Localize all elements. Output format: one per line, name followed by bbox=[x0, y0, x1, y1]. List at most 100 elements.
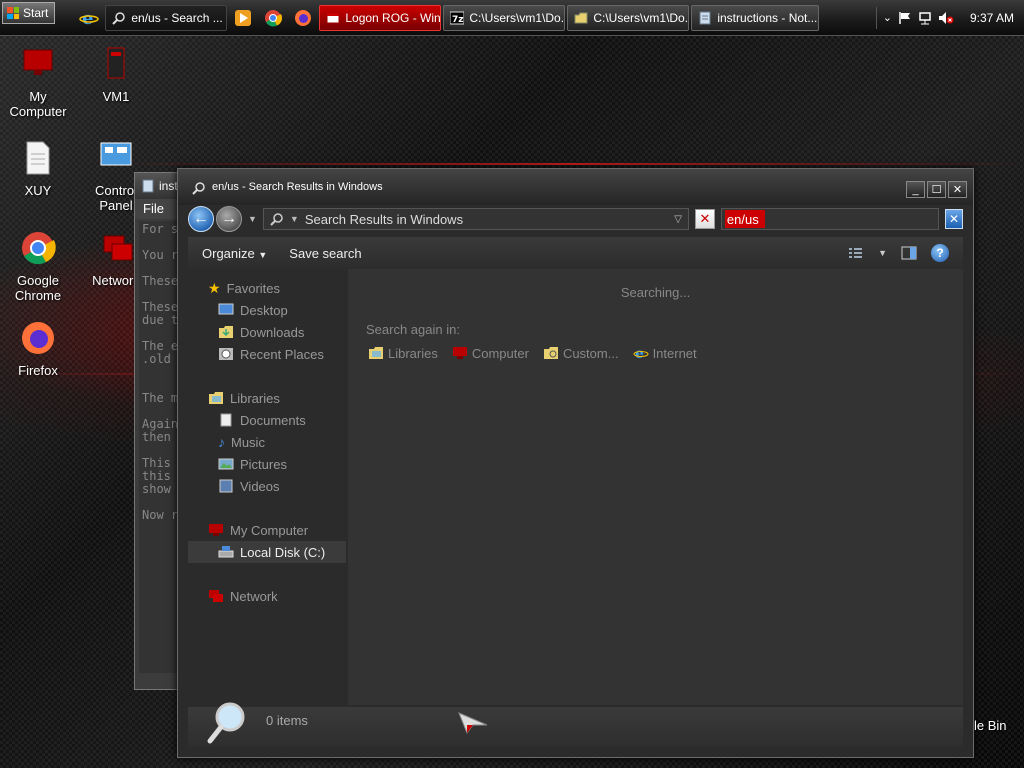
breadcrumb-arrow-icon[interactable]: ▼ bbox=[290, 214, 299, 224]
clear-search-button[interactable]: ✕ bbox=[945, 209, 963, 229]
tray-expand-icon[interactable]: ⌄ bbox=[883, 11, 892, 24]
notepad-icon bbox=[699, 11, 711, 24]
search-input[interactable] bbox=[724, 210, 765, 228]
view-dropdown-icon[interactable]: ▼ bbox=[878, 248, 887, 258]
history-dropdown-icon[interactable]: ▼ bbox=[248, 214, 257, 224]
chrome-icon bbox=[265, 9, 283, 26]
window-icon bbox=[326, 12, 340, 23]
background-streak bbox=[120, 163, 1024, 165]
minimize-button[interactable]: _ bbox=[906, 181, 925, 198]
taskbar-button-notepad[interactable]: instructions - Not... bbox=[691, 4, 820, 31]
results-pane[interactable]: Searching... Search again in: Libraries … bbox=[348, 269, 963, 705]
maximize-button[interactable]: ☐ bbox=[927, 181, 946, 198]
taskbar-button-label: C:\Users\vm1\Do... bbox=[469, 10, 566, 25]
videos-icon bbox=[219, 479, 233, 493]
address-text: Search Results in Windows bbox=[304, 211, 464, 227]
computer-icon bbox=[23, 49, 53, 75]
search-box[interactable] bbox=[720, 208, 939, 230]
search-status: Searching... bbox=[620, 285, 691, 300]
desktop-icon-vm1[interactable]: VM1 bbox=[78, 46, 154, 104]
volume-muted-icon[interactable] bbox=[938, 11, 954, 25]
flag-icon[interactable] bbox=[898, 11, 912, 25]
save-search-button[interactable]: Save search bbox=[289, 246, 361, 261]
desktop-icon-label: Firefox bbox=[18, 363, 58, 378]
desktop-icon-my-computer[interactable]: My Computer bbox=[0, 46, 76, 119]
chrome-quicklaunch[interactable] bbox=[259, 4, 287, 32]
internet-explorer-quicklaunch[interactable]: e bbox=[75, 4, 103, 32]
media-player-quicklaunch[interactable] bbox=[229, 4, 257, 32]
nav-network[interactable]: Network bbox=[188, 585, 346, 607]
desktop-icon-label: Google Chrome bbox=[14, 273, 62, 303]
recent-places-icon bbox=[219, 348, 233, 360]
stop-search-button[interactable]: ✕ bbox=[694, 209, 715, 229]
search-again-libraries[interactable]: Libraries bbox=[368, 345, 438, 361]
nav-music[interactable]: ♪ Music bbox=[188, 431, 346, 453]
close-button[interactable]: ✕ bbox=[948, 181, 967, 198]
nav-favorites[interactable]: ★ Favorites bbox=[188, 277, 346, 299]
taskbar-button-search[interactable]: en/us - Search ... bbox=[105, 4, 228, 31]
network-tray-icon[interactable] bbox=[918, 11, 932, 25]
organize-button[interactable]: Organize ▼ bbox=[202, 246, 267, 261]
desktop-icon-firefox[interactable]: Firefox bbox=[0, 320, 76, 378]
nav-recent-places[interactable]: Recent Places bbox=[188, 343, 346, 365]
explorer-titlebar[interactable]: en/us - Search Results in Windows _ ☐ ✕ bbox=[178, 169, 973, 205]
view-options-icon[interactable] bbox=[848, 246, 864, 260]
firefox-icon bbox=[295, 9, 312, 26]
command-bar: Organize ▼ Save search ▼ ? bbox=[188, 237, 963, 269]
mouse-cursor-icon bbox=[458, 712, 488, 735]
search-icon bbox=[112, 11, 126, 25]
desktop-icon-label: XUY bbox=[24, 183, 52, 198]
search-again-internet[interactable]: e Internet bbox=[633, 345, 697, 361]
desktop-icon-xuy[interactable]: XUY bbox=[0, 140, 76, 198]
nav-local-disk[interactable]: Local Disk (C:) bbox=[188, 541, 346, 563]
nav-label: Pictures bbox=[240, 456, 287, 472]
nav-desktop[interactable]: Desktop bbox=[188, 299, 346, 321]
windows-logo-icon bbox=[7, 7, 19, 19]
taskbar-button-label: en/us - Search ... bbox=[131, 10, 223, 25]
nav-label: Documents bbox=[240, 412, 306, 428]
address-dropdown-icon[interactable]: ▽ bbox=[674, 214, 682, 225]
preview-pane-icon[interactable] bbox=[901, 246, 917, 260]
search-icon bbox=[192, 182, 205, 195]
pictures-icon bbox=[218, 458, 234, 470]
search-again-computer[interactable]: Computer bbox=[452, 345, 529, 361]
desktop-icon-google-chrome[interactable]: Google Chrome bbox=[0, 230, 76, 303]
taskbar-button-label: C:\Users\vm1\Do... bbox=[593, 10, 690, 25]
taskbar-button-logon-rog[interactable]: Logon ROG - Win... bbox=[319, 4, 442, 31]
nav-my-computer[interactable]: My Computer bbox=[188, 519, 346, 541]
magnifier-icon bbox=[207, 702, 245, 744]
folder-icon bbox=[574, 12, 588, 23]
start-button[interactable]: Start bbox=[2, 2, 56, 24]
forward-button[interactable]: → bbox=[216, 206, 242, 232]
firefox-quicklaunch[interactable] bbox=[289, 4, 317, 32]
nav-downloads[interactable]: Downloads bbox=[188, 321, 346, 343]
media-player-icon bbox=[235, 9, 252, 26]
svg-text:7z: 7z bbox=[452, 15, 464, 25]
nav-libraries[interactable]: Libraries bbox=[188, 387, 346, 409]
explorer-window: en/us - Search Results in Windows _ ☐ ✕ … bbox=[177, 168, 974, 758]
notepad-title: inst bbox=[159, 179, 178, 193]
computer-icon bbox=[209, 524, 223, 536]
item-count: 0 items bbox=[266, 713, 308, 728]
taskbar-button-label: Logon ROG - Win... bbox=[345, 10, 442, 25]
taskbar-button-folder[interactable]: C:\Users\vm1\Do... bbox=[567, 4, 690, 31]
computer-icon bbox=[452, 347, 467, 359]
desktop-icon-label: VM1 bbox=[102, 89, 130, 104]
nav-label: Local Disk (C:) bbox=[240, 544, 326, 560]
recycle-bin-label[interactable]: le Bin bbox=[974, 718, 1007, 733]
clock[interactable]: 9:37 AM bbox=[970, 11, 1014, 25]
back-button[interactable]: ← bbox=[188, 206, 214, 232]
libraries-icon bbox=[369, 347, 383, 359]
search-again-custom[interactable]: Custom... bbox=[543, 345, 619, 361]
nav-label: Music bbox=[231, 434, 265, 450]
nav-pictures[interactable]: Pictures bbox=[188, 453, 346, 475]
nav-documents[interactable]: Documents bbox=[188, 409, 346, 431]
taskbar-button-7zip[interactable]: 7z C:\Users\vm1\Do... bbox=[443, 4, 566, 31]
nav-videos[interactable]: Videos bbox=[188, 475, 346, 497]
text-file-icon bbox=[26, 141, 50, 175]
help-icon[interactable]: ? bbox=[931, 244, 949, 262]
address-bar[interactable]: ▼ Search Results in Windows ▽ bbox=[262, 208, 689, 230]
music-note-icon: ♪ bbox=[218, 434, 225, 450]
network-icon bbox=[209, 590, 223, 602]
location-label: Libraries bbox=[388, 345, 438, 361]
